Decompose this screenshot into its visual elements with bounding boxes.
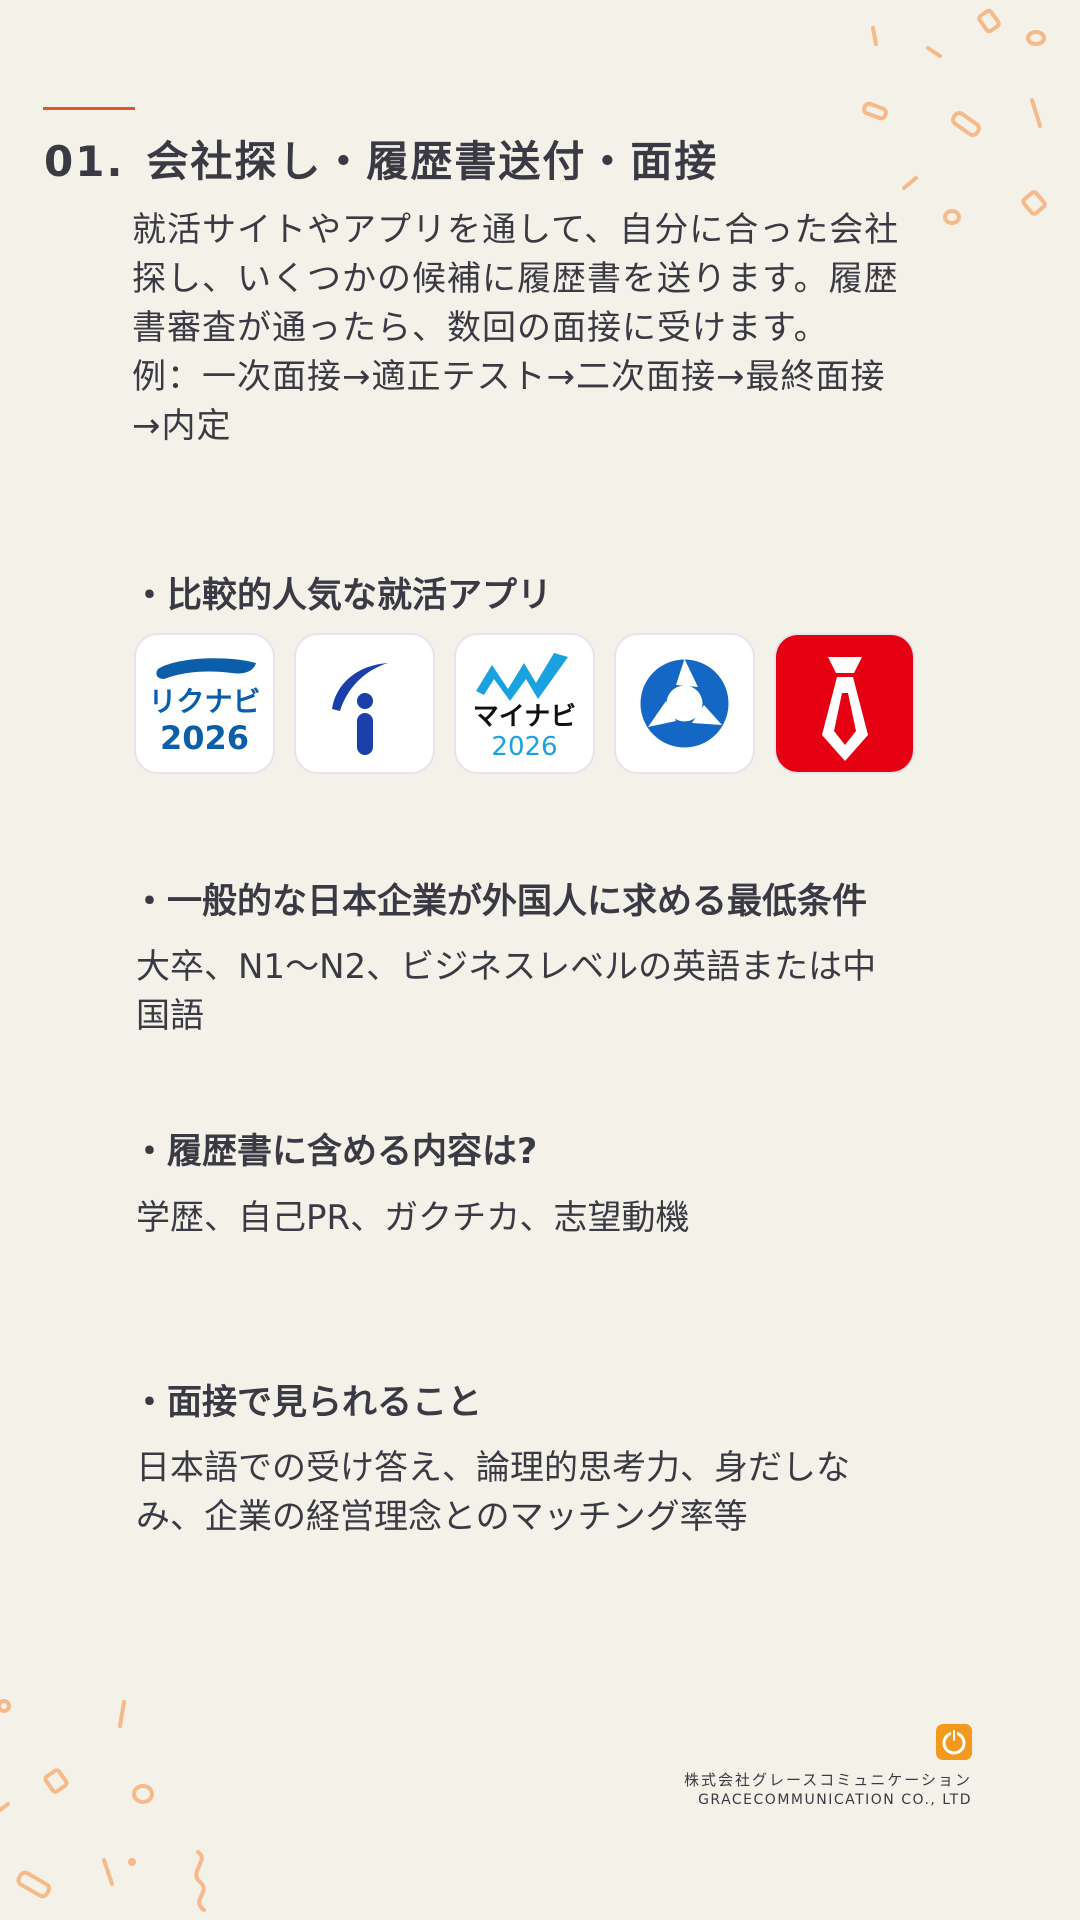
requirements-text: 大卒、N1〜N2、ビジネスレベルの英語または中国語 [136, 947, 877, 1036]
tie-icon[interactable] [776, 635, 913, 772]
mynavi-year: 2026 [491, 732, 557, 762]
rikunabi-label: リクナビ [148, 685, 260, 718]
mynavi-icon[interactable]: マイナビ 2026 [456, 635, 593, 772]
section-number: 01. [44, 137, 125, 186]
mynavi-label: マイナビ [473, 702, 576, 732]
apps-heading: 比較的人気な就活アプリ [140, 567, 552, 618]
company-name-jp: 株式会社グレースコミュニケーション [684, 1771, 972, 1789]
interview-text: 日本語での受け答え、論理的思考力、身だしなみ、企業の経営理念とのマッチング率等 [136, 1448, 850, 1537]
resume-heading: 履歴書に含める内容は? [140, 1123, 537, 1174]
company-logo-icon [936, 1724, 972, 1760]
indeed-icon[interactable] [296, 635, 433, 772]
intro-text: 就活サイトやアプリを通して、自分に合った会社探し、いくつかの候補に履歴書を送りま… [132, 206, 912, 451]
confetti-decoration-top [862, 8, 1047, 225]
confetti-decoration-bottom [0, 1699, 206, 1912]
intro-paragraph: 就活サイトやアプリを通して、自分に合った会社探し、いくつかの候補に履歴書を送りま… [132, 210, 900, 348]
section-title-text: 会社探し・履歴書送付・面接 [146, 137, 719, 186]
app-icon-row: リクナビ 2026 マイナビ 2026 [136, 635, 913, 772]
title-accent-line [43, 107, 135, 110]
rikunabi-year: 2026 [160, 719, 249, 757]
company-footer: 株式会社グレースコミュニケーション GRACECOMMUNICATION CO.… [684, 1724, 972, 1810]
interview-heading: 面接で見られること [140, 1374, 482, 1425]
intro-example: 例：一次面接→適正テスト→二次面接→最終面接→内定 [132, 357, 886, 446]
company-name-en: GRACECOMMUNICATION CO., LTD [698, 1792, 972, 1808]
requirements-heading: 一般的な日本企業が外国人に求める最低条件 [140, 873, 867, 924]
rikunabi-icon[interactable]: リクナビ 2026 [136, 635, 273, 772]
onecareer-icon[interactable] [616, 635, 753, 772]
resume-text: 学歴、自己PR、ガクチカ、志望動機 [136, 1198, 690, 1238]
section-title: 01. 会社探し・履歴書送付・面接 [44, 128, 718, 189]
